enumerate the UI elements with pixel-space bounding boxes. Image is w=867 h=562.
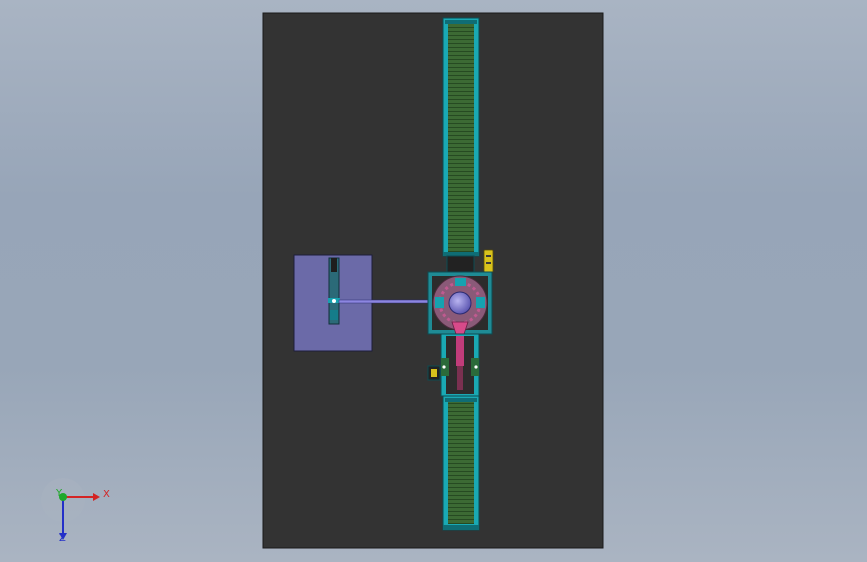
turntable-hub[interactable] (448, 291, 472, 315)
x-axis-arrow (93, 493, 100, 501)
lower-conveyor-belt[interactable] (448, 402, 474, 524)
upper-conveyor[interactable] (442, 17, 480, 257)
z-axis-label: Z (59, 533, 66, 544)
cad-scene[interactable]: X Y Z (0, 0, 867, 562)
orientation-triad: X Y Z (41, 478, 110, 544)
warning-tag[interactable] (483, 249, 494, 273)
lower-conveyor[interactable] (442, 395, 480, 531)
y-axis-label: Y (55, 488, 63, 499)
cad-viewport[interactable]: X Y Z (0, 0, 867, 562)
x-axis-label: X (103, 489, 110, 500)
upper-conveyor-belt[interactable] (448, 24, 474, 252)
